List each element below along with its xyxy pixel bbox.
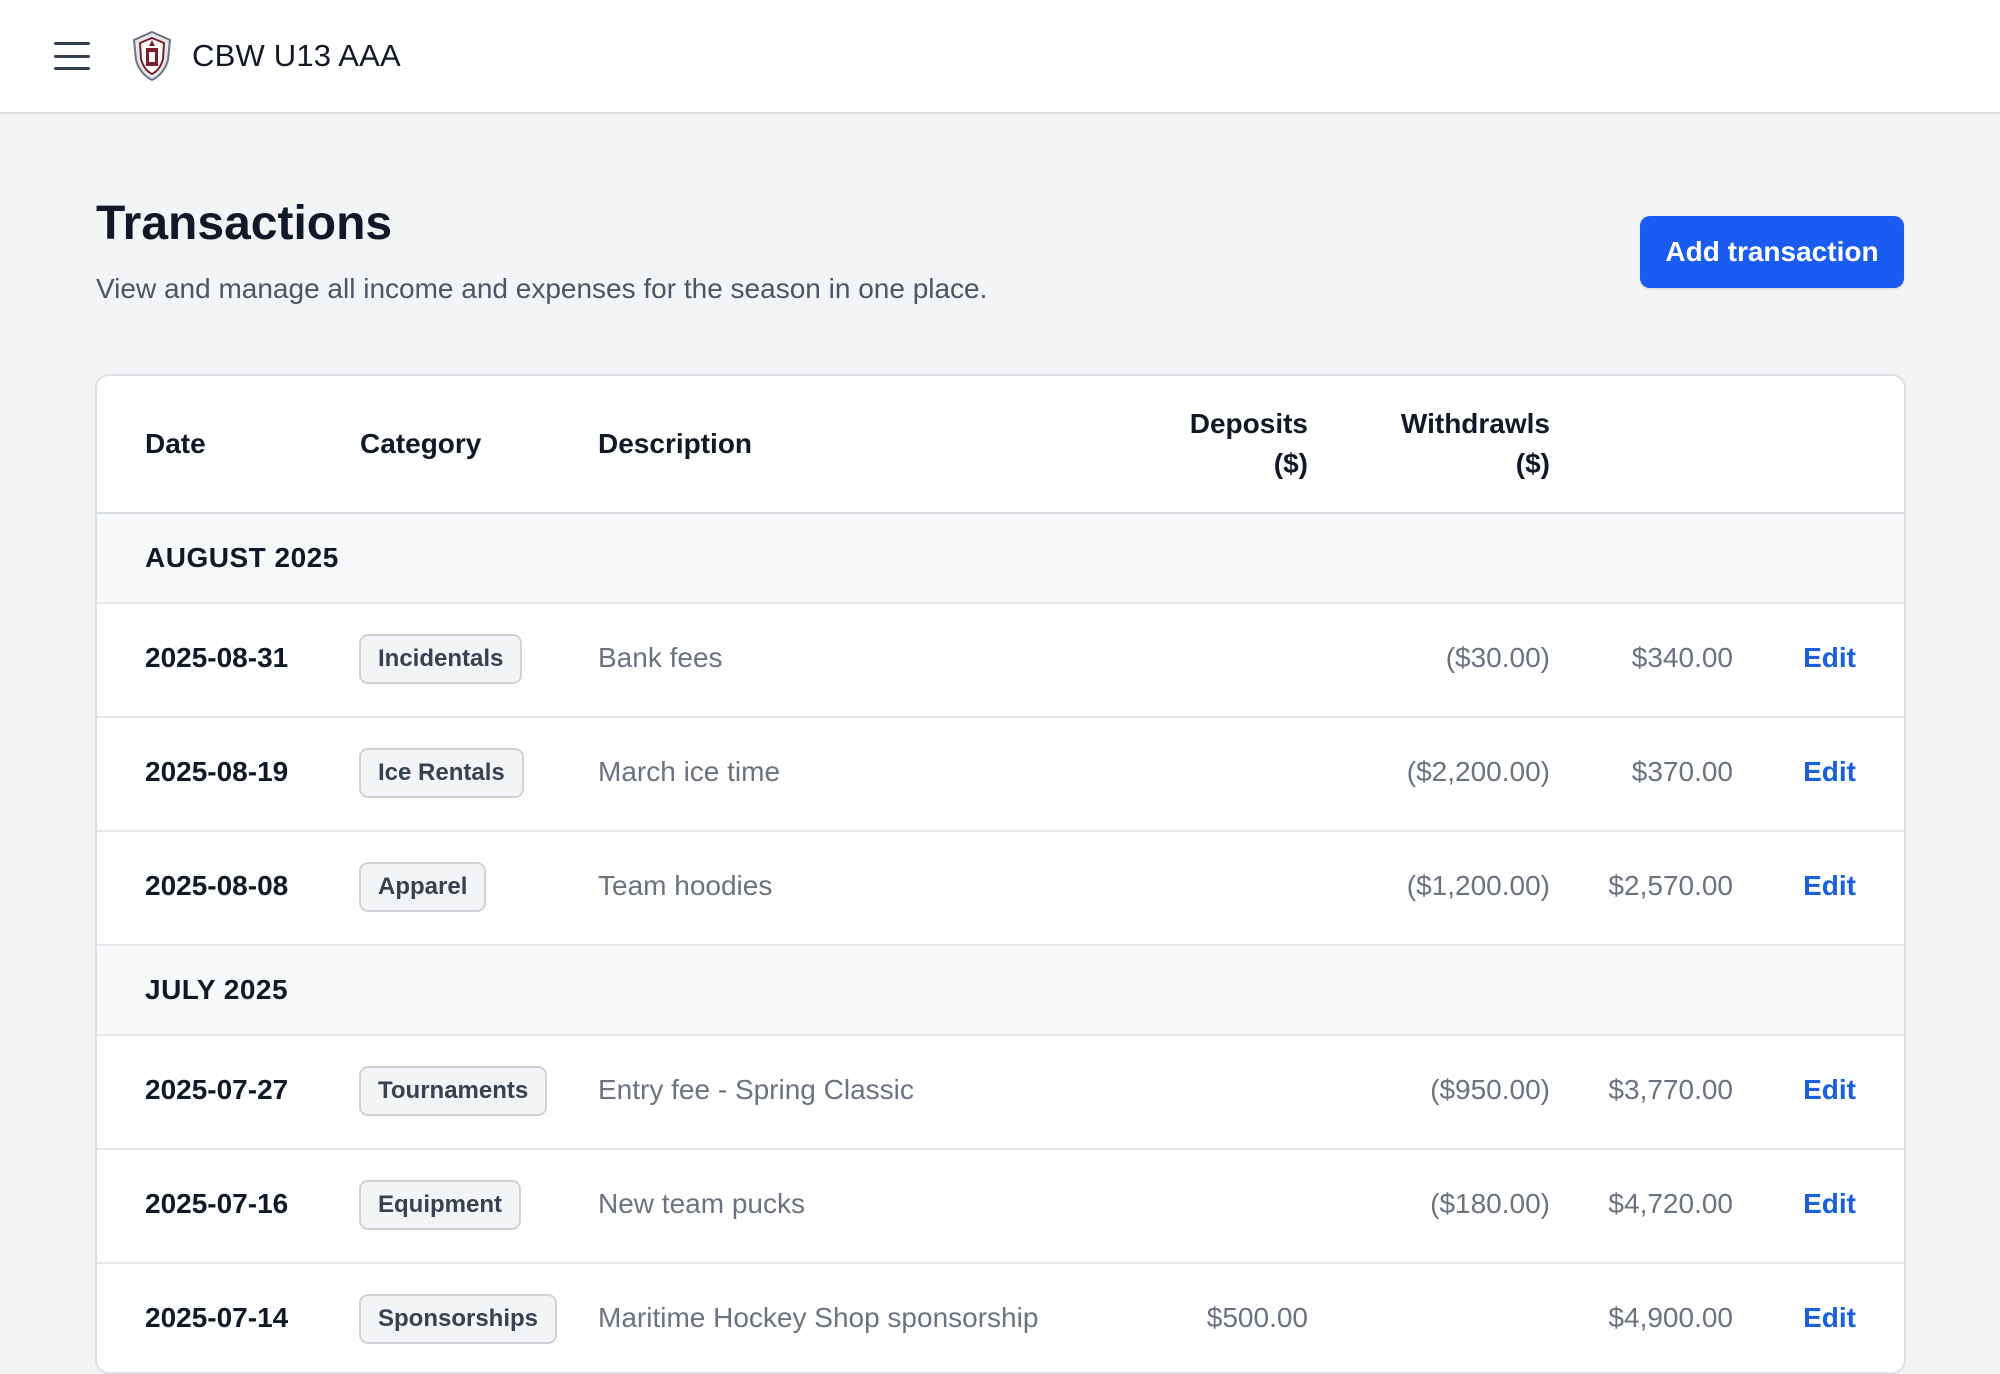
row-balance: $4,900.00 bbox=[1608, 1302, 1733, 1333]
header-withdrawals-label: Withdrawls bbox=[1400, 408, 1550, 439]
category-badge: Equipment bbox=[359, 1180, 521, 1230]
add-transaction-button[interactable]: Add transaction bbox=[1640, 216, 1904, 288]
header-description: Description bbox=[598, 428, 753, 459]
edit-link[interactable]: Edit bbox=[1803, 868, 1856, 904]
edit-link[interactable]: Edit bbox=[1803, 1186, 1856, 1222]
row-withdrawal: ($180.00) bbox=[1430, 1188, 1550, 1219]
row-withdrawal: ($30.00) bbox=[1445, 642, 1550, 673]
row-description: Maritime Hockey Shop sponsorship bbox=[598, 1302, 1039, 1333]
table-row: 2025-08-08 Apparel Team hoodies ($1,200.… bbox=[97, 832, 1904, 946]
table-row: 2025-07-27 Tournaments Entry fee - Sprin… bbox=[97, 1036, 1904, 1150]
page-header: Transactions View and manage all income … bbox=[96, 196, 1906, 305]
row-date: 2025-08-19 bbox=[145, 756, 289, 787]
row-withdrawal: ($2,200.00) bbox=[1406, 756, 1550, 787]
row-description: New team pucks bbox=[598, 1188, 805, 1219]
row-description: Entry fee - Spring Classic bbox=[598, 1074, 914, 1105]
row-description: March ice time bbox=[598, 756, 781, 787]
row-date: 2025-08-08 bbox=[145, 870, 289, 901]
header-deposits-unit: ($) bbox=[1273, 448, 1308, 479]
row-description: Bank fees bbox=[598, 642, 723, 673]
row-balance: $2,570.00 bbox=[1608, 870, 1733, 901]
category-badge: Incidentals bbox=[359, 634, 523, 684]
table-row: 2025-07-14 Sponsorships Maritime Hockey … bbox=[97, 1264, 1904, 1372]
category-badge: Tournaments bbox=[359, 1066, 548, 1116]
month-group-header: AUGUST 2025 bbox=[97, 514, 1904, 604]
row-date: 2025-07-27 bbox=[145, 1074, 289, 1105]
header-category: Category bbox=[360, 428, 482, 459]
category-badge: Sponsorships bbox=[359, 1294, 558, 1344]
page-subtitle: View and manage all income and expenses … bbox=[96, 273, 988, 304]
row-deposit: $500.00 bbox=[1206, 1302, 1308, 1333]
row-balance: $340.00 bbox=[1631, 642, 1733, 673]
row-date: 2025-07-16 bbox=[145, 1188, 289, 1219]
row-balance: $3,770.00 bbox=[1608, 1074, 1733, 1105]
header-deposits: Deposits ($) bbox=[1190, 404, 1308, 484]
row-balance: $370.00 bbox=[1631, 756, 1733, 787]
table-header-row: Date Category Description Deposits ($) W… bbox=[97, 376, 1904, 514]
row-date: 2025-07-14 bbox=[145, 1302, 289, 1333]
page-title: Transactions bbox=[96, 197, 393, 250]
table-row: 2025-07-16 Equipment New team pucks ($18… bbox=[97, 1150, 1904, 1264]
edit-link[interactable]: Edit bbox=[1803, 1300, 1856, 1336]
edit-link[interactable]: Edit bbox=[1803, 754, 1856, 790]
transactions-table: Date Category Description Deposits ($) W… bbox=[95, 374, 1906, 1374]
header-withdrawals: Withdrawls ($) bbox=[1401, 404, 1550, 484]
month-group-header: JULY 2025 bbox=[97, 946, 1904, 1036]
row-date: 2025-08-31 bbox=[145, 642, 289, 673]
table-row: 2025-08-31 Incidentals Bank fees ($30.00… bbox=[97, 604, 1904, 718]
month-label: JULY 2025 bbox=[145, 974, 289, 1005]
header-withdrawals-unit: ($) bbox=[1515, 448, 1550, 479]
row-withdrawal: ($1,200.00) bbox=[1406, 870, 1550, 901]
menu-icon[interactable] bbox=[52, 38, 92, 74]
top-bar: CBW U13 AAA bbox=[0, 0, 2000, 112]
row-description: Team hoodies bbox=[598, 870, 773, 901]
header-date: Date bbox=[145, 428, 206, 459]
category-badge: Apparel bbox=[359, 862, 487, 912]
row-withdrawal: ($950.00) bbox=[1430, 1074, 1550, 1105]
month-label: AUGUST 2025 bbox=[145, 542, 339, 573]
edit-link[interactable]: Edit bbox=[1803, 1072, 1856, 1108]
category-badge: Ice Rentals bbox=[359, 748, 524, 798]
app-title: CBW U13 AAA bbox=[192, 38, 401, 73]
table-row: 2025-08-19 Ice Rentals March ice time ($… bbox=[97, 718, 1904, 832]
header-deposits-label: Deposits bbox=[1189, 408, 1308, 439]
edit-link[interactable]: Edit bbox=[1803, 640, 1856, 676]
team-logo-icon bbox=[132, 30, 172, 82]
row-balance: $4,720.00 bbox=[1608, 1188, 1733, 1219]
